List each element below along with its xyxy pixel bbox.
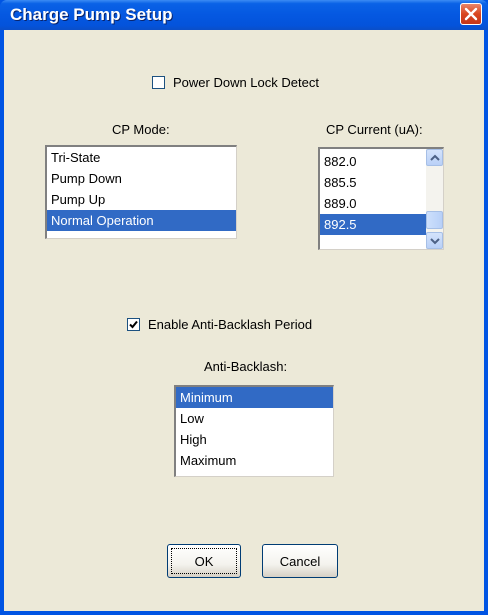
power-down-lock-detect-row[interactable]: Power Down Lock Detect bbox=[152, 75, 319, 90]
anti-backlash-option[interactable]: High bbox=[176, 429, 333, 450]
anti-backlash-option-selected[interactable]: Minimum bbox=[176, 387, 333, 408]
cp-mode-option[interactable]: Tri-State bbox=[47, 147, 236, 168]
chevron-down-icon bbox=[430, 238, 440, 245]
cp-mode-label: CP Mode: bbox=[112, 122, 170, 137]
cp-current-option-selected[interactable]: 892.5 bbox=[320, 214, 426, 235]
cp-current-option[interactable]: 889.0 bbox=[320, 193, 426, 214]
cp-mode-listbox[interactable]: Tri-State Pump Down Pump Up Normal Opera… bbox=[45, 145, 237, 239]
close-icon bbox=[464, 7, 478, 21]
scroll-thumb[interactable] bbox=[426, 211, 443, 229]
enable-anti-backlash-checkbox[interactable] bbox=[127, 318, 140, 331]
cp-current-label: CP Current (uA): bbox=[326, 122, 423, 137]
ok-button[interactable]: OK bbox=[167, 544, 241, 578]
enable-anti-backlash-row[interactable]: Enable Anti-Backlash Period bbox=[127, 317, 312, 332]
anti-backlash-option[interactable]: Maximum bbox=[176, 450, 333, 471]
anti-backlash-listbox[interactable]: Minimum Low High Maximum bbox=[174, 385, 334, 477]
enable-anti-backlash-label: Enable Anti-Backlash Period bbox=[148, 317, 313, 332]
cp-mode-option-selected[interactable]: Normal Operation bbox=[47, 210, 236, 231]
cp-current-option[interactable]: 882.0 bbox=[320, 151, 426, 172]
cancel-button[interactable]: Cancel bbox=[262, 544, 338, 578]
close-button[interactable] bbox=[460, 3, 482, 25]
anti-backlash-option[interactable]: Low bbox=[176, 408, 333, 429]
checkmark-icon bbox=[129, 320, 138, 329]
cp-current-option[interactable]: 885.5 bbox=[320, 172, 426, 193]
cp-current-scrollbar[interactable] bbox=[426, 149, 443, 249]
cancel-button-label: Cancel bbox=[279, 553, 321, 569]
window-title: Charge Pump Setup bbox=[10, 5, 173, 24]
power-down-lock-detect-checkbox[interactable] bbox=[152, 76, 165, 89]
chevron-up-icon bbox=[430, 154, 440, 161]
focus-ring bbox=[171, 548, 237, 574]
power-down-lock-detect-label: Power Down Lock Detect bbox=[173, 75, 319, 90]
scroll-up-button[interactable] bbox=[426, 149, 443, 166]
dialog-window: Charge Pump Setup Power Down Lock Detect… bbox=[0, 0, 488, 615]
anti-backlash-label: Anti-Backlash: bbox=[204, 359, 288, 374]
scroll-down-button[interactable] bbox=[426, 232, 443, 249]
cp-current-listbox[interactable]: 882.0 885.5 889.0 892.5 bbox=[318, 147, 444, 250]
cp-mode-option[interactable]: Pump Up bbox=[47, 189, 236, 210]
dialog-body: Power Down Lock Detect CP Mode: Tri-Stat… bbox=[4, 30, 484, 611]
cp-mode-option[interactable]: Pump Down bbox=[47, 168, 236, 189]
title-bar[interactable]: Charge Pump Setup bbox=[0, 0, 488, 30]
